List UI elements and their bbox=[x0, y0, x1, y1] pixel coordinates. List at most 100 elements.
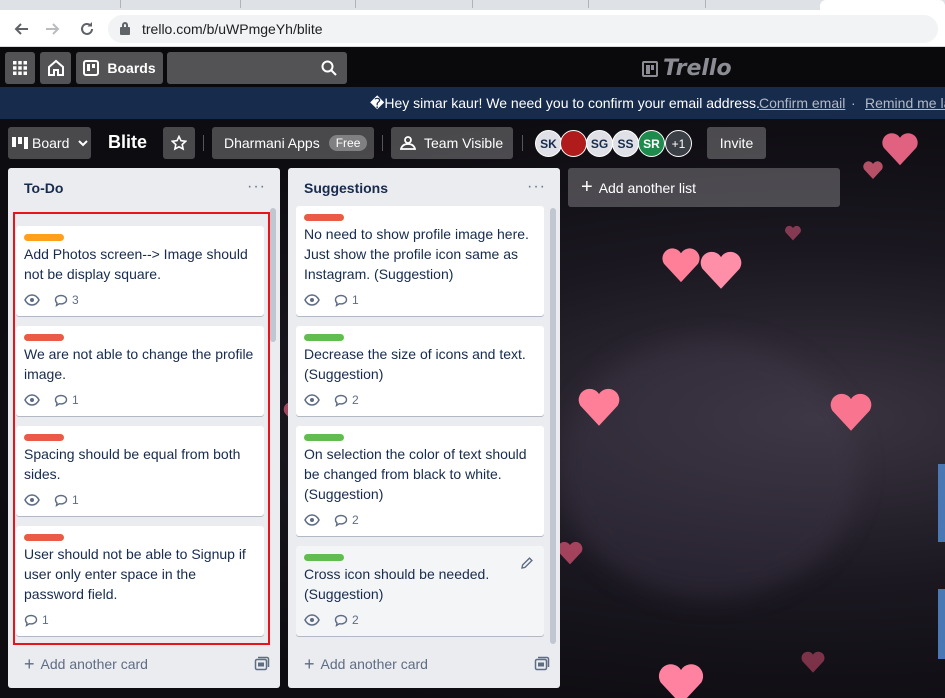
star-board-button[interactable] bbox=[163, 127, 195, 159]
heart-decoration bbox=[862, 159, 884, 181]
card-title: No need to show profile image here. Just… bbox=[304, 226, 529, 282]
comments-badge: 2 bbox=[334, 393, 359, 407]
comments-badge: 2 bbox=[334, 613, 359, 627]
comments-badge: 1 bbox=[334, 293, 359, 307]
banner-message: �Hey simar kaur! We need you to confirm … bbox=[370, 95, 760, 111]
card-template-icon[interactable] bbox=[534, 656, 550, 672]
visibility-label: Team Visible bbox=[424, 135, 504, 151]
tab-separator bbox=[588, 0, 589, 8]
add-card-button[interactable]: + Add another card bbox=[18, 652, 270, 676]
card-title: Cross icon should be needed. (Suggestion… bbox=[304, 566, 490, 602]
boards-button[interactable]: Boards bbox=[76, 52, 163, 84]
heart-decoration bbox=[800, 649, 826, 675]
card[interactable]: On selection the color of text should be… bbox=[296, 426, 544, 536]
list-menu-icon[interactable]: ··· bbox=[247, 178, 266, 196]
board-view-label: Board bbox=[32, 135, 70, 151]
more-members-avatar[interactable]: +1 bbox=[665, 130, 692, 157]
home-icon[interactable] bbox=[40, 52, 71, 84]
add-list-label: Add another list bbox=[598, 179, 696, 196]
card-title: Decrease the size of icons and text. (Su… bbox=[304, 346, 526, 382]
card[interactable]: No need to show profile image here. Just… bbox=[296, 206, 544, 316]
heart-decoration bbox=[784, 224, 802, 242]
annotation-highlight-box bbox=[13, 212, 270, 645]
heart-decoration bbox=[828, 389, 874, 435]
board-title[interactable]: Blite bbox=[108, 132, 147, 153]
invite-label: Invite bbox=[719, 135, 754, 151]
heart-decoration bbox=[576, 384, 622, 430]
board-view-switcher[interactable]: Board bbox=[8, 127, 91, 159]
tab-separator bbox=[472, 0, 473, 8]
invite-button[interactable]: Invite bbox=[707, 127, 766, 159]
card-badges: 2 bbox=[304, 513, 359, 527]
card-badges: 2 bbox=[304, 613, 359, 627]
card-title: On selection the color of text should be… bbox=[304, 446, 527, 502]
card[interactable]: Cross icon should be needed. (Suggestion… bbox=[296, 546, 544, 636]
add-card-label: Add another card bbox=[320, 656, 428, 672]
remind-me-later-link[interactable]: Remind me la bbox=[865, 95, 945, 111]
watch-icon bbox=[304, 514, 320, 526]
watch-icon bbox=[304, 294, 320, 306]
comment-icon bbox=[334, 394, 348, 407]
list-menu-icon[interactable]: ··· bbox=[527, 178, 546, 196]
comment-icon bbox=[334, 294, 348, 307]
app-header: Boards Trello bbox=[0, 47, 945, 87]
confirm-email-link[interactable]: Confirm email bbox=[759, 95, 845, 111]
trello-logo-icon bbox=[642, 60, 658, 77]
forward-icon[interactable] bbox=[42, 18, 64, 40]
card-badges: 1 bbox=[304, 293, 359, 307]
card-badges: 2 bbox=[304, 393, 359, 407]
comment-icon bbox=[334, 614, 348, 627]
tab-separator bbox=[705, 0, 706, 8]
edge-panel bbox=[938, 589, 945, 659]
add-list-button[interactable]: + Add another list bbox=[568, 168, 840, 207]
free-badge: Free bbox=[328, 135, 368, 151]
apps-grid-icon[interactable] bbox=[5, 52, 35, 84]
edge-panel bbox=[938, 464, 945, 542]
browser-tabstrip bbox=[0, 0, 945, 10]
member-avatar[interactable]: SK bbox=[535, 130, 562, 157]
add-card-label: Add another card bbox=[40, 656, 148, 672]
header-divider bbox=[522, 135, 523, 151]
trello-logo[interactable]: Trello bbox=[642, 56, 732, 81]
team-button[interactable]: Dharmani Apps Free bbox=[212, 127, 374, 159]
lock-icon bbox=[120, 22, 130, 35]
member-avatar[interactable] bbox=[560, 130, 587, 157]
add-card-button[interactable]: + Add another card bbox=[298, 652, 550, 676]
star-icon bbox=[171, 135, 187, 151]
active-browser-tab[interactable] bbox=[820, 0, 945, 10]
comments-badge: 2 bbox=[334, 513, 359, 527]
heart-decoration bbox=[556, 539, 584, 567]
list-scrollbar[interactable] bbox=[270, 208, 276, 342]
plus-icon: + bbox=[24, 653, 35, 674]
header-divider bbox=[203, 135, 204, 151]
watch-icon bbox=[304, 614, 320, 626]
background-glow bbox=[560, 339, 860, 599]
reload-icon[interactable] bbox=[76, 18, 98, 40]
url-text: trello.com/b/uWPmgeYh/blite bbox=[142, 21, 323, 37]
team-name: Dharmani Apps bbox=[224, 135, 320, 151]
tab-separator bbox=[240, 0, 241, 8]
card-template-icon[interactable] bbox=[254, 656, 270, 672]
url-field[interactable]: trello.com/b/uWPmgeYh/blite bbox=[108, 15, 938, 43]
banner-separator: · bbox=[851, 95, 856, 111]
list-suggestions: Suggestions ··· No need to show profile … bbox=[288, 168, 560, 688]
heart-decoration bbox=[880, 129, 920, 169]
trello-logo-text: Trello bbox=[663, 56, 732, 81]
tab-separator bbox=[120, 0, 121, 8]
member-avatar[interactable]: SR bbox=[638, 130, 665, 157]
member-avatar[interactable]: SG bbox=[586, 130, 613, 157]
search-input[interactable] bbox=[167, 52, 347, 84]
pencil-edit-icon[interactable] bbox=[520, 556, 534, 570]
list-scrollbar[interactable] bbox=[550, 208, 556, 644]
plus-icon: + bbox=[581, 176, 593, 198]
browser-address-bar: trello.com/b/uWPmgeYh/blite bbox=[0, 10, 945, 47]
list-title[interactable]: To-Do bbox=[24, 180, 63, 196]
back-icon[interactable] bbox=[10, 18, 32, 40]
email-confirm-banner: �Hey simar kaur! We need you to confirm … bbox=[0, 87, 945, 119]
member-avatar[interactable]: SS bbox=[612, 130, 639, 157]
list-title[interactable]: Suggestions bbox=[304, 180, 388, 196]
visibility-button[interactable]: Team Visible bbox=[391, 127, 513, 159]
heart-decoration bbox=[698, 247, 744, 293]
card[interactable]: Decrease the size of icons and text. (Su… bbox=[296, 326, 544, 416]
search-icon bbox=[321, 60, 337, 76]
